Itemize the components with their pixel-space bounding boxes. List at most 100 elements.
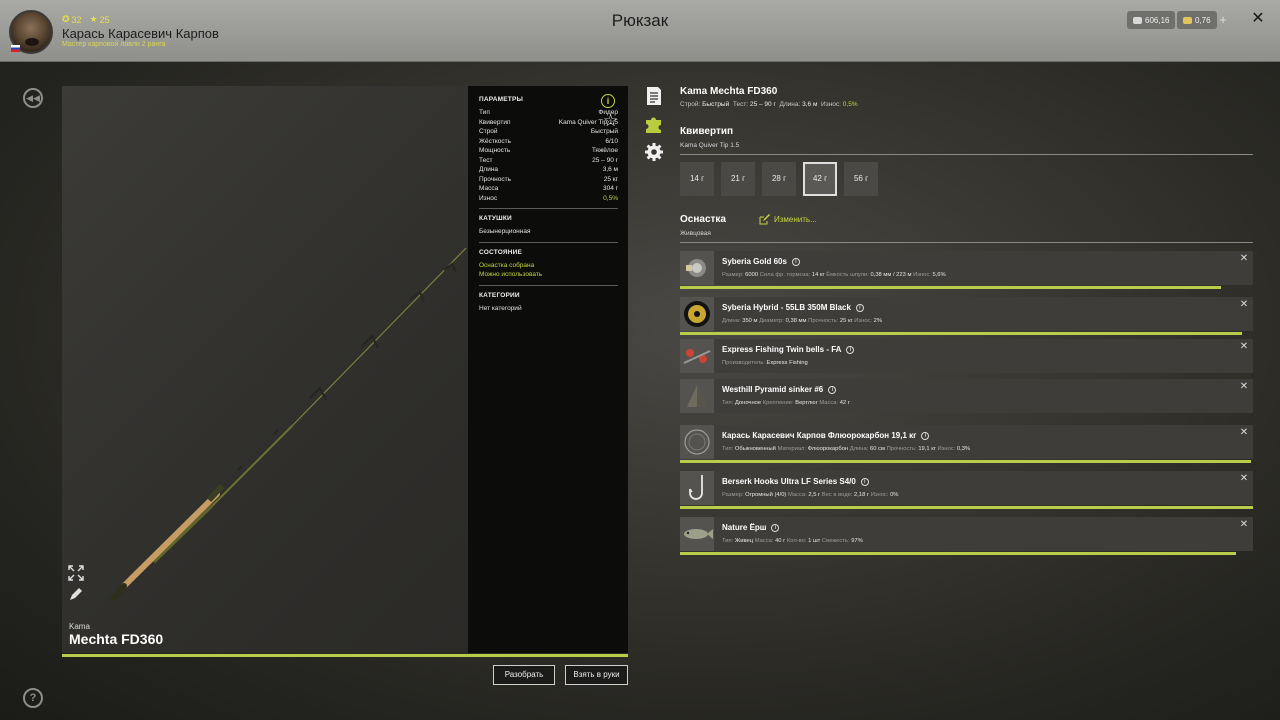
remove-icon[interactable]: ✕ <box>1239 342 1249 352</box>
tackle-attributes: Длина: 350 м Диаметр: 0,38 мм Прочность:… <box>722 318 882 324</box>
player-rank: Мастер карповой ловли 2 ранга <box>62 41 166 48</box>
attr-label: Вес в воде: <box>821 492 853 498</box>
tackle-item[interactable]: Berserk Hooks Ultra LF Series S4/0 i Разме… <box>680 471 1253 505</box>
tackle-name: Nature Ёрш i <box>722 523 780 532</box>
reels-heading: КАТУШКИ <box>479 215 512 222</box>
gold-balance[interactable]: 0,76 <box>1177 11 1217 29</box>
silver-coin-icon <box>1133 16 1142 24</box>
tackle-item[interactable]: Nature Ёрш i Тип: Живец Масса: 40 г Кол-во… <box>680 517 1253 551</box>
attr-value: 0% <box>890 492 899 498</box>
tackle-name: Карась Карасевич Карпов Флюорокарбон 19,… <box>722 431 930 440</box>
param-row: Прочность 25 кг <box>479 175 618 185</box>
attr-label: Кол-во: <box>786 538 807 544</box>
attr-label: Износ: <box>913 272 931 278</box>
remove-icon[interactable]: ✕ <box>1239 474 1249 484</box>
wear-bar <box>680 286 1221 289</box>
add-currency-button[interactable]: + <box>1216 12 1230 28</box>
info-icon[interactable]: i <box>846 345 855 354</box>
info-icon[interactable]: i <box>791 257 800 266</box>
favorite-star-icon[interactable]: ☆ <box>603 112 621 130</box>
remove-icon[interactable]: ✕ <box>1239 300 1249 310</box>
param-value: 25 кг <box>603 175 618 183</box>
attr-value: 350 м <box>742 318 758 324</box>
rig-title: Оснастка <box>680 214 726 225</box>
gear-icon[interactable] <box>644 142 664 162</box>
info-icon[interactable]: i <box>601 94 615 108</box>
param-row: Износ 0,5% <box>479 194 618 204</box>
puzzle-icon[interactable] <box>644 114 664 134</box>
attr-value: 6000 <box>745 272 759 278</box>
remove-icon[interactable]: ✕ <box>1239 254 1249 264</box>
info-icon[interactable]: i <box>921 431 930 440</box>
tackle-item[interactable]: Syberia Hybrid - 55LB 350M Black i Длина: … <box>680 297 1253 331</box>
help-button[interactable]: ? <box>23 688 43 708</box>
silver-balance[interactable]: 606,16 <box>1127 11 1176 29</box>
attr-value: Вертлюг <box>795 400 818 406</box>
attr-label: Износ: <box>937 446 956 452</box>
attr-label: Масса: <box>754 538 774 544</box>
info-icon[interactable]: i <box>855 303 864 312</box>
param-key: Тип <box>479 109 490 116</box>
attr-label: Свежесть: <box>821 538 850 544</box>
line-spool-icon <box>680 297 714 331</box>
tackle-attributes: Производитель: Express Fishing <box>722 360 808 366</box>
param-row: Жёсткость 6/10 <box>479 137 618 147</box>
expand-icon[interactable] <box>68 565 84 581</box>
info-icon[interactable]: i <box>771 523 780 532</box>
quivertip-42g[interactable]: 42 г <box>803 162 837 196</box>
attr-label: Тип: <box>722 446 734 452</box>
document-icon[interactable] <box>644 86 664 106</box>
attr-value: 0,3% <box>956 446 971 452</box>
tackle-item[interactable]: Westhill Pyramid sinker #6 i Тип: Доночное… <box>680 379 1253 413</box>
tackle-name: Syberia Gold 60s i <box>722 257 800 266</box>
remove-icon[interactable]: ✕ <box>1239 428 1249 438</box>
back-button[interactable]: ◀◀ <box>23 88 43 108</box>
state-section: СОСТОЯНИЕ Оснастка собрана Можно использ… <box>479 241 618 280</box>
info-icon[interactable]: i <box>860 477 869 486</box>
param-key: Жёсткость <box>479 137 511 145</box>
param-row: Мощность Тяжёлое <box>479 146 618 156</box>
tackle-name: Westhill Pyramid sinker #6 i <box>722 385 837 394</box>
quivertip-21g[interactable]: 21 г <box>721 162 755 196</box>
page-title: Рюкзак <box>611 11 669 30</box>
attr-label: Размер: <box>722 492 744 498</box>
attr-value: 2% <box>873 318 883 324</box>
param-key: Длина <box>479 166 499 173</box>
quivertip-14g[interactable]: 14 г <box>680 162 714 196</box>
attr-value: Обыкновенный <box>734 446 776 452</box>
take-in-hands-button[interactable]: Взять в руки <box>565 665 628 685</box>
param-row: Квивертип Kama Quiver Tip 1.5 <box>479 118 618 128</box>
pencil-icon[interactable] <box>68 586 84 602</box>
param-value: 0,5% <box>603 194 618 202</box>
tackle-item[interactable]: Syberia Gold 60s i Размер: 6000 Сила фр. т… <box>680 251 1253 285</box>
param-row: Масса 304 г <box>479 184 618 194</box>
param-value: 25 – 90 г <box>592 156 618 164</box>
parameters-panel: ПАРАМЕТРЫ Тип Фидер Квивертип Kama Quiver T… <box>468 86 628 653</box>
rod-model: Mechta FD360 <box>69 631 164 647</box>
remove-icon[interactable]: ✕ <box>1239 382 1249 392</box>
quivertip-title: Квивертип <box>680 126 734 137</box>
attr-label: Длина: <box>849 446 869 452</box>
attr-value: 2,5 г <box>808 492 821 498</box>
quivertip-56g[interactable]: 56 г <box>844 162 878 196</box>
change-rig-link[interactable]: Изменить... <box>759 214 817 225</box>
remove-icon[interactable]: ✕ <box>1239 520 1249 530</box>
categories-section: КАТЕГОРИИ Нет категорий <box>479 284 618 314</box>
wear-bar <box>680 506 1253 509</box>
params-heading: ПАРАМЕТРЫ <box>479 96 524 103</box>
attr-value: 25 кг <box>839 318 853 324</box>
attr-value: 0,38 мм <box>785 318 807 324</box>
disassemble-button[interactable]: Разобрать <box>493 665 555 685</box>
param-value: 6/10 <box>605 137 618 145</box>
param-key: Мощность <box>479 147 511 154</box>
attr-value: 40 г <box>775 538 786 544</box>
close-button[interactable]: ✕ <box>1250 10 1266 28</box>
quivertip-28g[interactable]: 28 г <box>762 162 796 196</box>
attr-value: Доночное <box>734 400 762 406</box>
attr-label: Материал: <box>777 446 807 452</box>
attr-label: Прочность: <box>808 318 839 324</box>
tackle-item[interactable]: Карась Карасевич Карпов Флюорокарбон 19,… <box>680 425 1253 459</box>
info-icon[interactable]: i <box>828 385 837 394</box>
tackle-item[interactable]: Express Fishing Twin bells - FA i Производ… <box>680 339 1253 373</box>
rod-viewer[interactable]: Kama Mechta FD360 ПАРАМЕТРЫ Тип Фидер Квив… <box>62 86 628 653</box>
